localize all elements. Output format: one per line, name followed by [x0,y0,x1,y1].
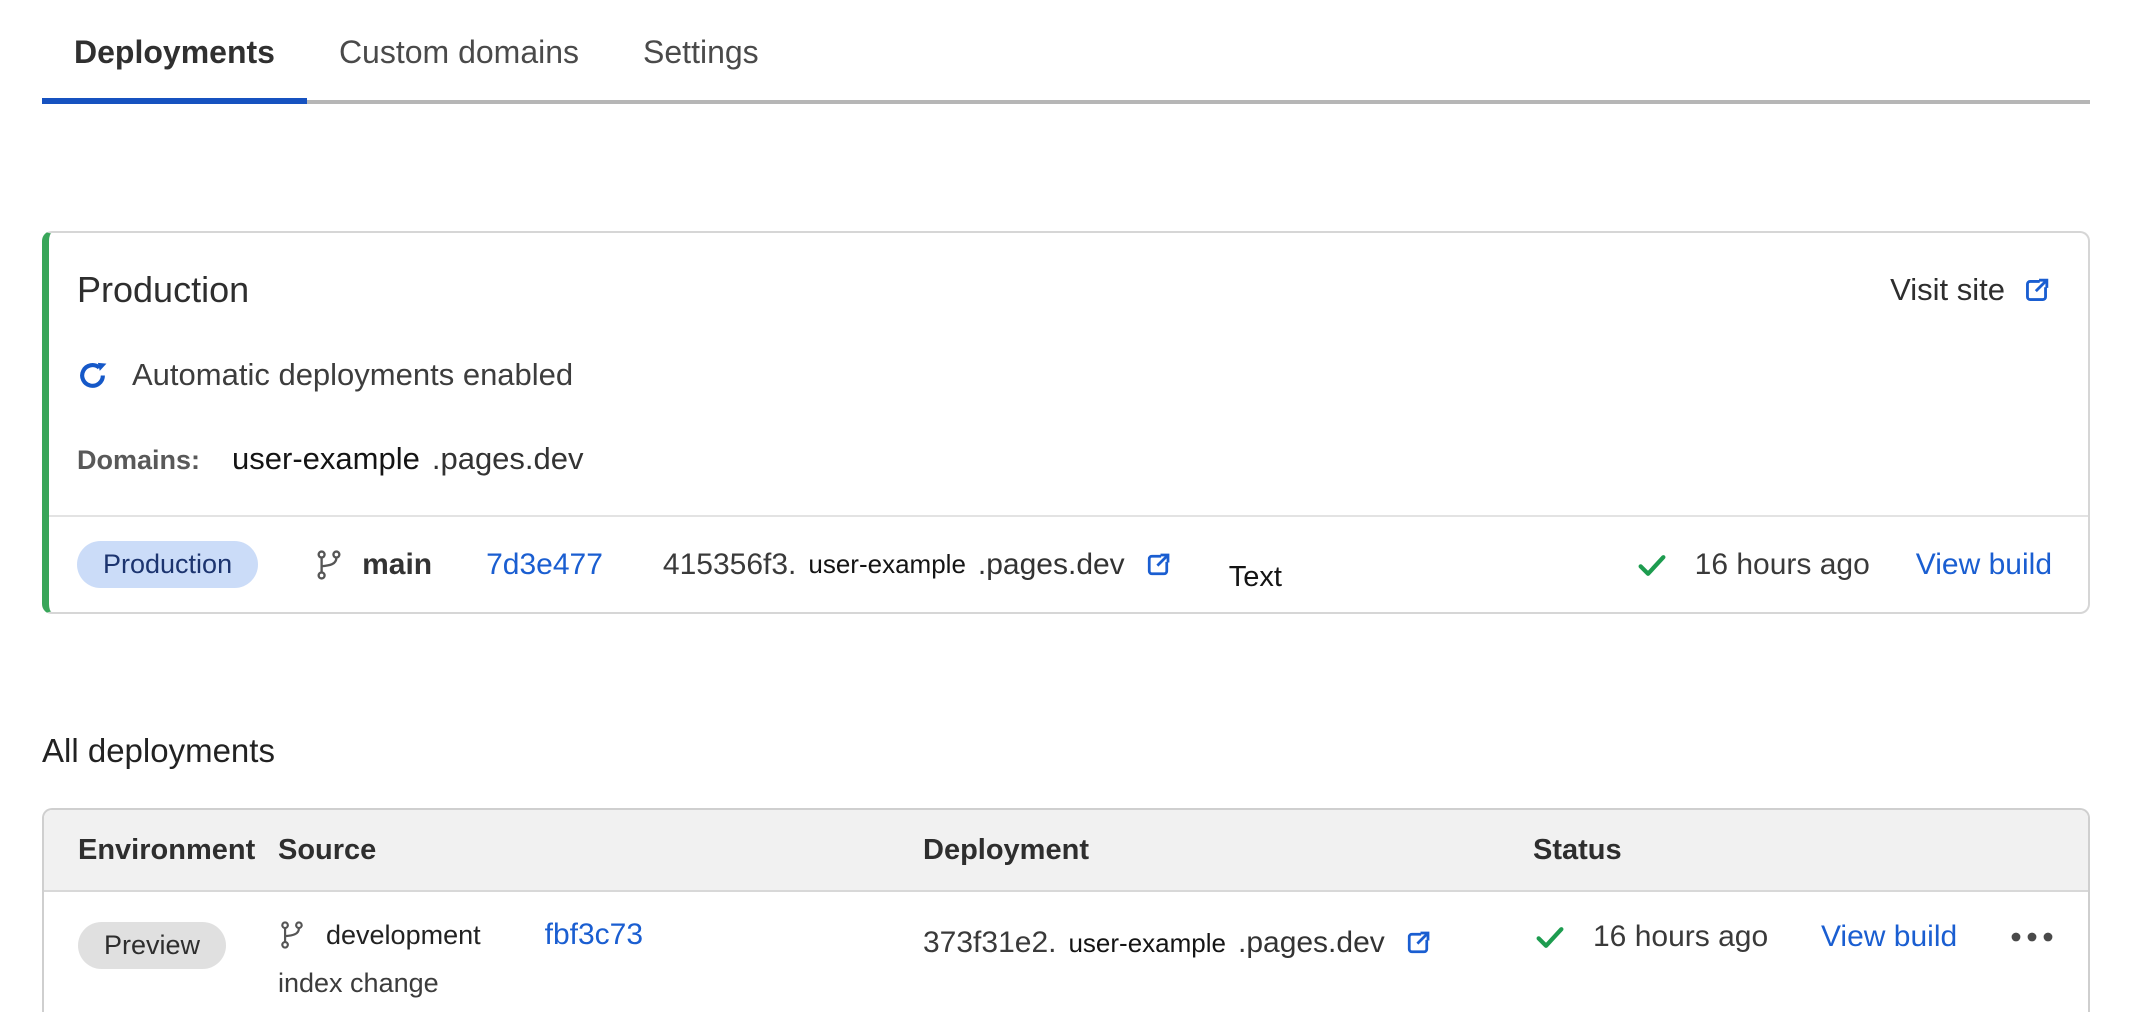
tab-custom-domains[interactable]: Custom domains [307,0,611,104]
production-deployment-row: Production main 7d3e477 415356f3. user-e… [49,517,2088,612]
deployment-url-hash: 373f31e2. [923,926,1056,960]
table-header-row: Environment Source Deployment Status [44,810,2088,892]
deployment-url-project: user-example [808,549,966,580]
commit-link[interactable]: fbf3c73 [545,918,643,952]
deploy-time: 16 hours ago [1695,548,1870,582]
external-link-icon[interactable] [1143,550,1173,580]
deployment-url: 373f31e2. user-example .pages.dev [923,918,1533,960]
branch-name: main [362,548,432,582]
auto-deployments-status: Automatic deployments enabled [77,357,2052,393]
deployment-url: 415356f3. user-example .pages.dev [663,548,1173,582]
external-link-icon [2021,275,2052,306]
deployment-url-suffix: .pages.dev [1238,926,1385,960]
domain-suffix: .pages.dev [432,441,584,477]
git-branch-icon [314,549,344,581]
deployment-url-hash: 415356f3. [663,548,796,582]
success-check-icon [1635,548,1669,582]
commit-link[interactable]: 7d3e477 [486,548,603,582]
deployments-table: Environment Source Deployment Status Pre… [42,808,2090,1012]
refresh-icon [77,360,108,391]
column-header-status: Status [1533,834,2054,867]
column-header-environment: Environment [78,834,278,867]
success-check-icon [1533,920,1567,954]
git-branch-icon [278,920,306,950]
external-link-icon[interactable] [1403,928,1433,958]
branch-group: main [314,548,432,582]
tab-deployments[interactable]: Deployments [42,0,307,104]
column-header-deployment: Deployment [923,834,1533,867]
branch-name: development [326,920,481,951]
deploy-time: 16 hours ago [1593,920,1768,954]
text-annotation: Text [1229,561,1282,594]
production-card: Production Visit site Automa [42,231,2090,614]
tab-settings[interactable]: Settings [611,0,791,104]
more-options-button[interactable] [2010,930,2054,944]
deployment-url-suffix: .pages.dev [978,548,1125,582]
environment-badge: Production [77,541,258,588]
environment-badge: Preview [78,922,226,969]
deploy-status: 16 hours ago [1533,920,1768,954]
table-row: Preview development fbf3c73 index change [44,892,2088,1012]
domains-row: Domains: user-example .pages.dev [77,441,2052,477]
domain-project-name: user-example [232,441,420,477]
deploy-status: 16 hours ago [1635,548,1870,582]
tab-bar: Deployments Custom domains Settings [42,0,2090,104]
auto-deployments-text: Automatic deployments enabled [132,357,573,393]
domains-label: Domains: [77,445,200,476]
visit-site-label: Visit site [1890,272,2005,308]
commit-message: index change [278,968,923,999]
all-deployments-heading: All deployments [42,732,2090,770]
production-card-title: Production [77,269,249,311]
visit-site-link[interactable]: Visit site [1890,272,2052,308]
view-build-link[interactable]: View build [1821,920,1957,954]
view-build-link[interactable]: View build [1916,548,2052,582]
column-header-source: Source [278,834,923,867]
deployment-url-project: user-example [1068,928,1226,959]
